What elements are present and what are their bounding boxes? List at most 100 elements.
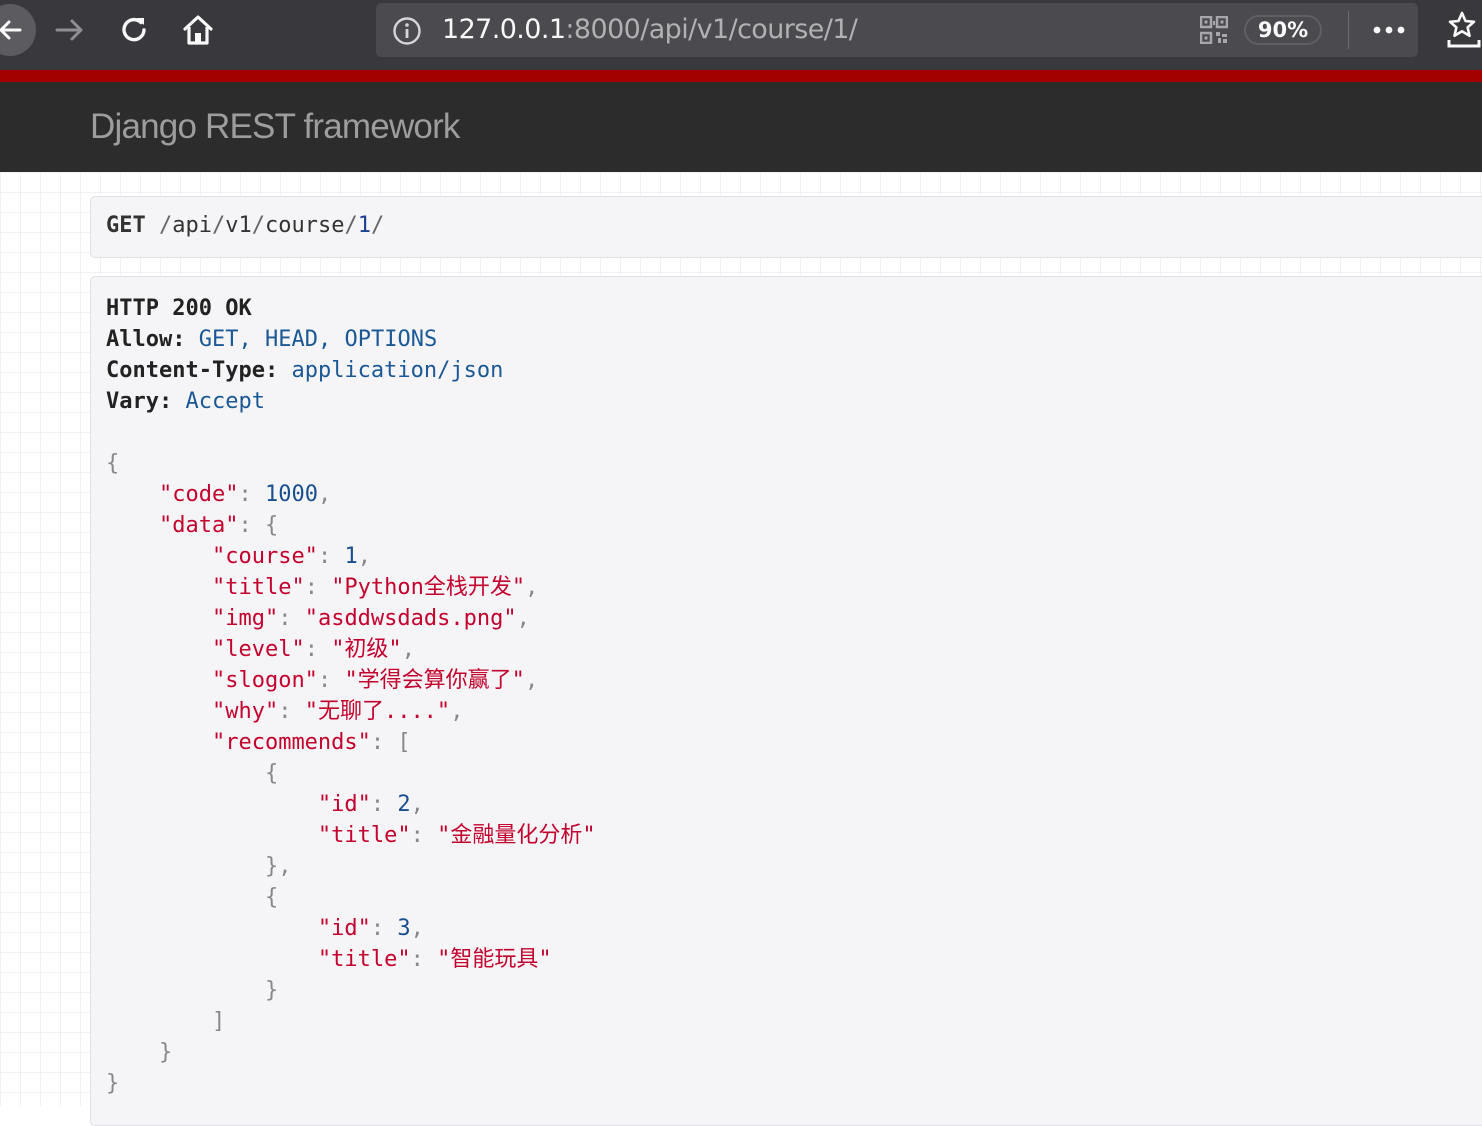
json-punc: : [278, 699, 305, 724]
json-line: } [106, 975, 278, 1006]
breadcrumb-id[interactable]: 1 [358, 213, 371, 238]
url-text[interactable]: 127.0.0.1:8000/api/v1/course/1/ [442, 14, 858, 45]
json-brace: } [106, 1071, 120, 1096]
header-name: Allow [106, 327, 173, 352]
header-value: Accept [185, 389, 265, 414]
json-line: "title": "智能玩具" [106, 944, 552, 975]
bookmarks-star-icon[interactable] [1446, 10, 1482, 50]
home-button[interactable] [172, 4, 224, 56]
zoom-level-badge[interactable]: 90% [1244, 15, 1322, 45]
qr-code-icon[interactable] [1200, 16, 1228, 44]
path-slash: / [370, 213, 385, 238]
breadcrumb-course[interactable]: course [265, 213, 344, 238]
json-punc: , [450, 699, 464, 724]
json-key: "id" [317, 916, 371, 941]
json-line: "recommends": [ [106, 727, 411, 758]
path-slash: / [159, 213, 173, 238]
json-key: "code" [158, 482, 239, 507]
json-string: "初级" [331, 637, 402, 662]
json-punc: : [410, 947, 438, 972]
forward-button[interactable] [44, 4, 96, 56]
json-number: 1 [344, 544, 358, 569]
json-brace: { [106, 451, 120, 476]
header-comma: , [238, 327, 265, 352]
navbar: Django REST framework [0, 82, 1482, 172]
json-key: "course" [211, 544, 318, 569]
url-host: 127.0.0.1 [442, 14, 566, 45]
back-button[interactable] [0, 4, 36, 56]
json-brace: { [264, 885, 279, 910]
json-key: "title" [317, 947, 411, 972]
json-line: "code": 1000, [106, 479, 331, 510]
json-line: "id": 2, [106, 789, 424, 820]
brand-link[interactable]: Django REST framework [90, 107, 460, 147]
json-punc: , [410, 916, 424, 941]
breadcrumb-api[interactable]: api [172, 213, 212, 238]
http-status: HTTP 200 OK [106, 296, 252, 321]
header-value: HEAD [264, 327, 318, 352]
json-key: "why" [211, 699, 279, 724]
json-string: "金融量化分析" [437, 823, 596, 848]
json-punc: : [370, 916, 398, 941]
url-path: :8000/api/v1/course/1/ [565, 14, 858, 45]
json-line: } [106, 1037, 172, 1068]
page-actions-more-icon[interactable] [1372, 17, 1406, 43]
browser-toolbar: 127.0.0.1:8000/api/v1/course/1/ 90% [0, 0, 1482, 70]
json-line: "course": 1, [106, 541, 371, 572]
json-line: "slogon": "学得会算你赢了", [106, 665, 538, 696]
header-name: Content-Type [106, 358, 265, 383]
breadcrumb-v1[interactable]: v1 [225, 213, 252, 238]
json-punc: : [304, 637, 332, 662]
header-value: OPTIONS [344, 327, 438, 352]
back-arrow-icon [0, 20, 22, 40]
page-accent-strip [0, 70, 1482, 82]
json-string: "学得会算你赢了" [344, 668, 525, 693]
response-header-content-type: Content-Type: application/json [106, 355, 503, 386]
json-line: "why": "无聊了....", [106, 696, 463, 727]
json-line: "title": "金融量化分析" [106, 820, 596, 851]
header-name: Vary [106, 389, 159, 414]
json-punc: : [ [370, 730, 411, 755]
json-line: "data": { [106, 510, 278, 541]
json-bracket: ] [211, 1009, 226, 1034]
json-punc: : [317, 668, 345, 693]
json-punc: , [401, 637, 415, 662]
json-brace: }, [264, 854, 292, 879]
json-punc: , [317, 482, 332, 507]
json-string: "asddwsdads.png" [304, 606, 517, 631]
header-colon: : [172, 327, 186, 352]
json-line: { [106, 758, 278, 789]
url-bar[interactable]: 127.0.0.1:8000/api/v1/course/1/ 90% [376, 3, 1418, 57]
json-punc: : [410, 823, 438, 848]
json-punc: , [524, 668, 539, 693]
json-string: "Python全栈开发" [331, 575, 526, 600]
json-key: "level" [211, 637, 305, 662]
json-punc: : { [238, 513, 279, 538]
path-slash: / [251, 213, 265, 238]
json-key: "data" [158, 513, 239, 538]
json-brace: } [264, 978, 279, 1003]
json-punc: , [516, 606, 530, 631]
json-punc: , [410, 792, 424, 817]
json-brace: { [264, 761, 279, 786]
json-key: "title" [211, 575, 305, 600]
path-slash: / [344, 213, 358, 238]
reload-button[interactable] [108, 4, 160, 56]
json-string: "无聊了...." [304, 699, 451, 724]
json-key: "recommends" [211, 730, 371, 755]
request-info-panel: GET /api/v1/course/1/ [90, 196, 1482, 258]
json-brace: } [158, 1040, 173, 1065]
json-line: ] [106, 1006, 225, 1037]
url-bar-divider [1348, 11, 1349, 49]
json-line: { [106, 448, 119, 479]
response-info-panel: HTTP 200 OK Allow: GET, HEAD, OPTIONS Co… [90, 276, 1482, 1126]
json-punc: : [304, 575, 332, 600]
header-colon: : [264, 358, 279, 383]
json-line: "img": "asddwsdads.png", [106, 603, 530, 634]
site-info-icon[interactable] [392, 16, 422, 46]
json-punc: , [357, 544, 371, 569]
header-value: GET [198, 327, 239, 352]
path-slash: / [212, 213, 226, 238]
json-line: { [106, 882, 278, 913]
json-punc: : [317, 544, 345, 569]
